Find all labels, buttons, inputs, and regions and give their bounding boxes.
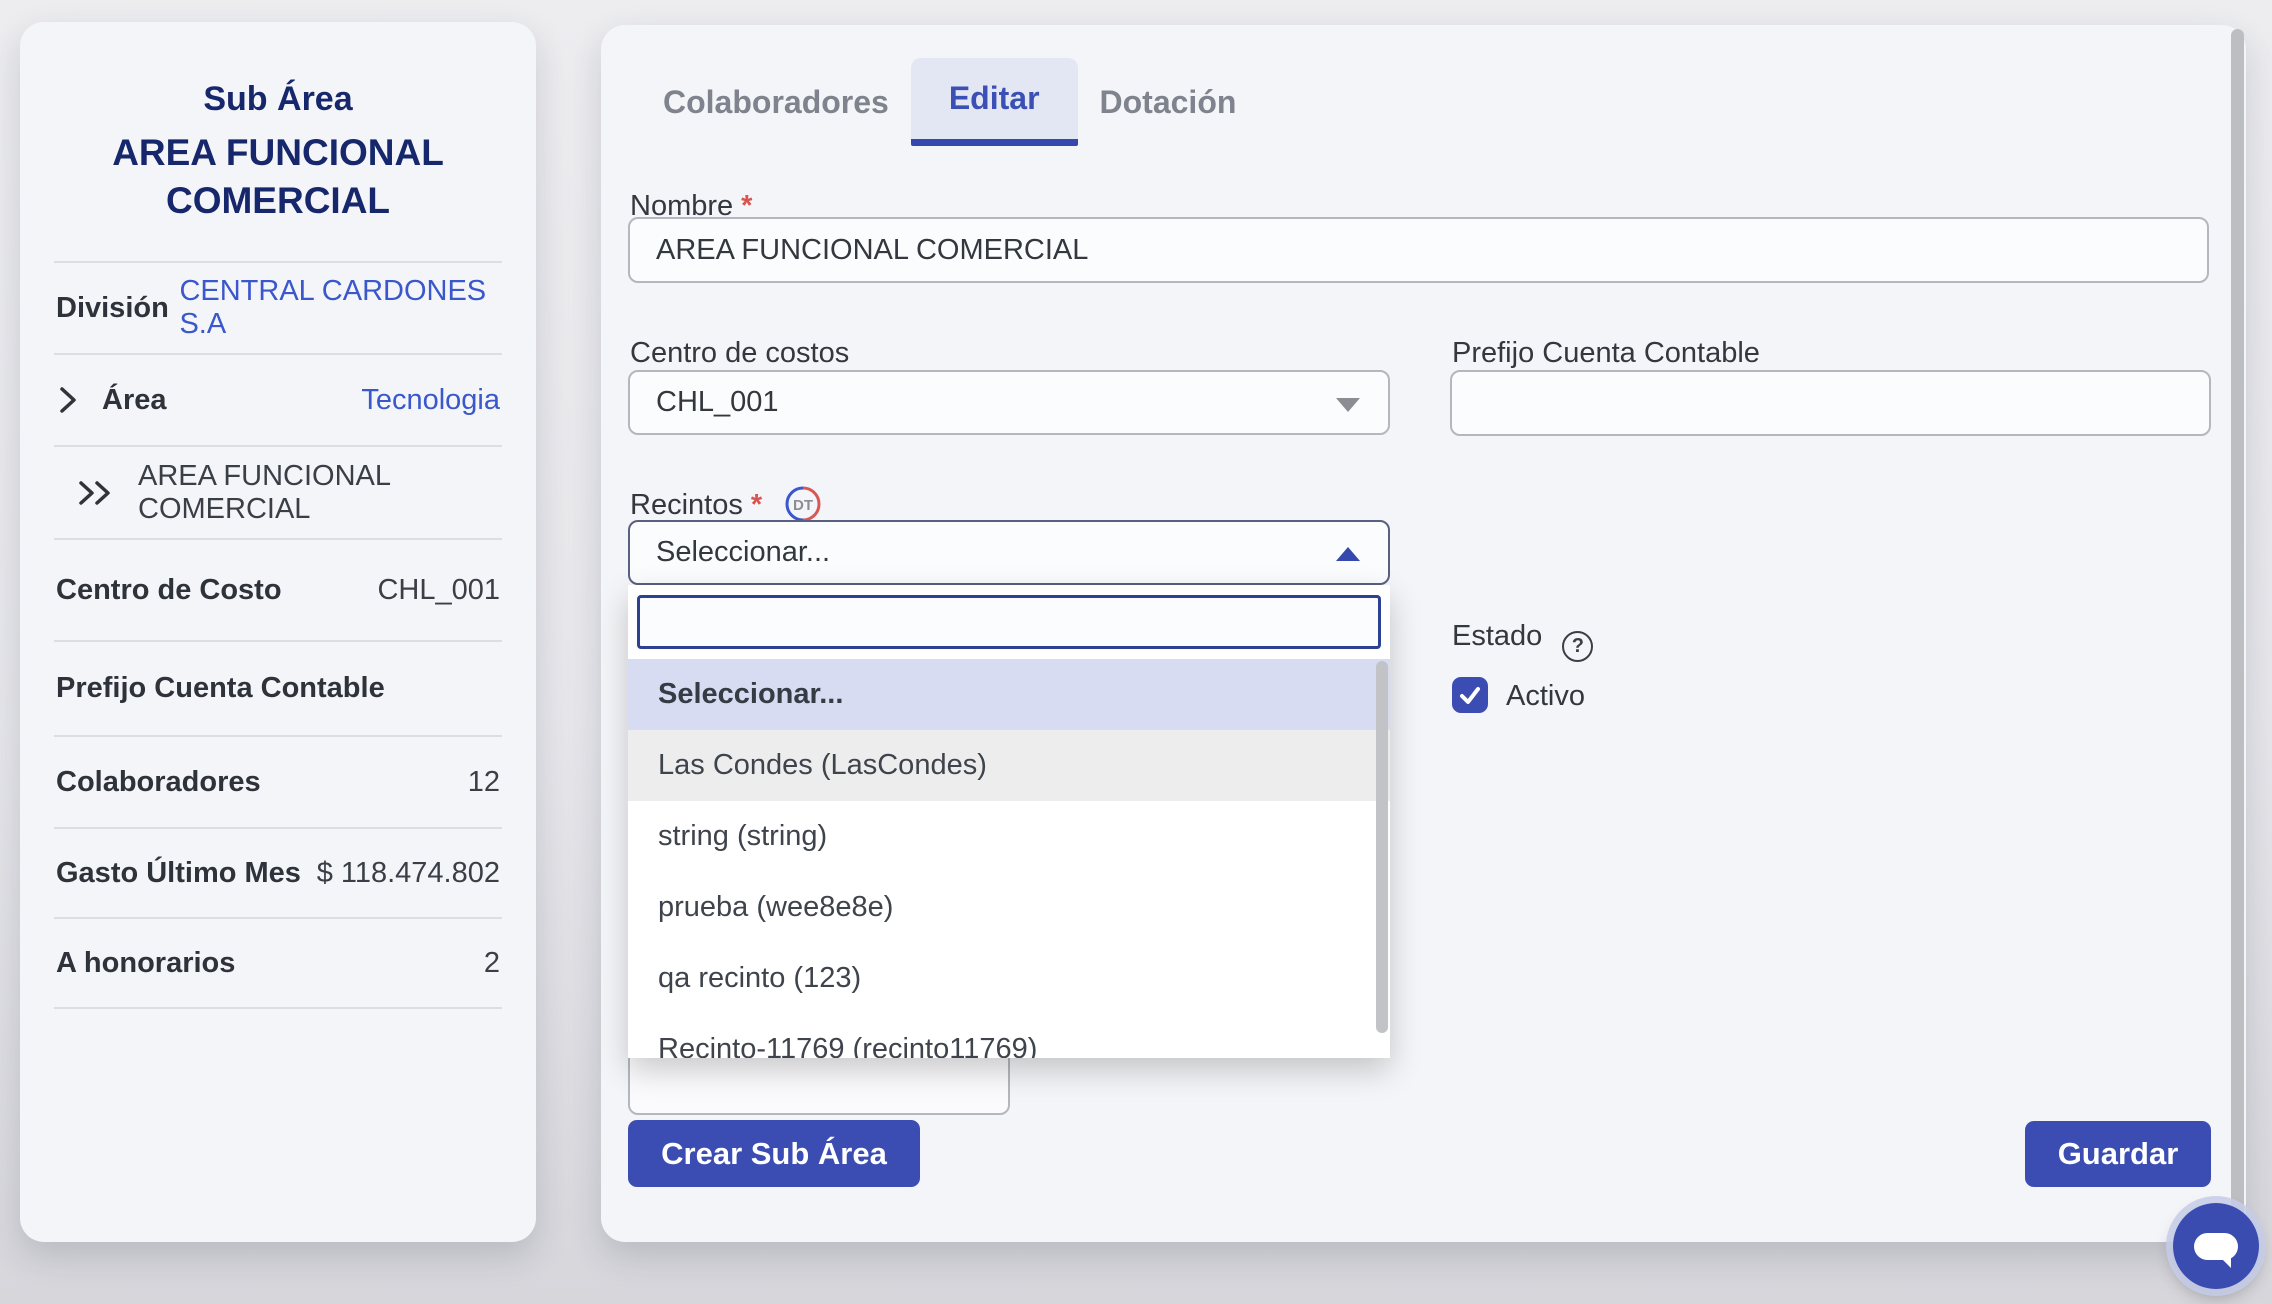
dropdown-option-list: Seleccionar... Las Condes (LasCondes) st… bbox=[628, 659, 1390, 1058]
centro-costos-select[interactable]: CHL_001 bbox=[628, 370, 1390, 435]
recintos-label: Recintos* DT bbox=[630, 485, 822, 523]
sidebar-subtitle: AREA FUNCIONAL COMERCIAL bbox=[20, 129, 536, 225]
dropdown-search-input[interactable] bbox=[637, 595, 1381, 649]
recintos-dropdown: Seleccionar... Las Condes (LasCondes) st… bbox=[628, 585, 1390, 1058]
svg-text:DT: DT bbox=[793, 497, 813, 514]
recintos-select[interactable]: Seleccionar... bbox=[628, 520, 1390, 585]
tab-bar: Colaboradores Editar Dotación bbox=[645, 58, 1254, 146]
divider bbox=[54, 1007, 502, 1009]
stat-value: 2 bbox=[484, 947, 500, 980]
area-label: Área bbox=[102, 384, 167, 417]
sidebar-title: Sub Área bbox=[20, 80, 536, 119]
tab-dotacion[interactable]: Dotación bbox=[1082, 58, 1255, 146]
subarea-detail-panel: Colaboradores Editar Dotación Nombre* Ce… bbox=[601, 25, 2246, 1242]
chevron-right-icon[interactable] bbox=[56, 382, 80, 418]
dropdown-scrollbar[interactable] bbox=[1376, 661, 1388, 1033]
subarea-row: AREA FUNCIONAL COMERCIAL bbox=[20, 447, 536, 538]
subarea-breadcrumb-label: AREA FUNCIONAL COMERCIAL bbox=[138, 460, 500, 526]
activo-label: Activo bbox=[1506, 680, 1585, 713]
centro-costos-label: Centro de costos bbox=[630, 337, 849, 370]
division-label: División bbox=[56, 292, 169, 325]
dropdown-option[interactable]: qa recinto (123) bbox=[628, 943, 1390, 1014]
chevron-down-icon bbox=[1336, 398, 1360, 412]
subarea-summary-card: Sub Área AREA FUNCIONAL COMERCIAL Divisi… bbox=[20, 22, 536, 1242]
dropdown-option[interactable]: Seleccionar... bbox=[628, 659, 1390, 730]
area-link[interactable]: Tecnologia bbox=[361, 384, 500, 417]
required-asterisk: * bbox=[751, 489, 762, 521]
stat-row-honorarios: A honorarios 2 bbox=[20, 919, 536, 1007]
centro-costos-value: CHL_001 bbox=[656, 386, 779, 419]
guardar-button[interactable]: Guardar bbox=[2025, 1121, 2211, 1187]
stat-label: A honorarios bbox=[56, 947, 235, 980]
panel-scrollbar[interactable] bbox=[2231, 29, 2244, 1237]
stat-value: CHL_001 bbox=[377, 574, 500, 607]
double-chevron-right-icon bbox=[76, 475, 116, 511]
division-link[interactable]: CENTRAL CARDONES S.A bbox=[179, 275, 500, 341]
crear-subarea-button[interactable]: Crear Sub Área bbox=[628, 1120, 920, 1187]
recintos-value: Seleccionar... bbox=[656, 536, 830, 569]
stat-value: 12 bbox=[468, 766, 500, 799]
stat-row-gasto: Gasto Último Mes $ 118.474.802 bbox=[20, 829, 536, 917]
checkmark-icon bbox=[1458, 683, 1482, 707]
stat-row-prefijo: Prefijo Cuenta Contable bbox=[20, 642, 536, 735]
area-row: Área Tecnologia bbox=[20, 355, 536, 445]
activo-checkbox[interactable] bbox=[1452, 677, 1488, 713]
chevron-up-icon bbox=[1336, 547, 1360, 561]
stat-label: Centro de Costo bbox=[56, 574, 282, 607]
nombre-input[interactable] bbox=[628, 217, 2209, 283]
stat-label: Colaboradores bbox=[56, 766, 261, 799]
stat-label: Gasto Último Mes bbox=[56, 857, 301, 890]
dropdown-option[interactable]: Las Condes (LasCondes) bbox=[628, 730, 1390, 801]
dropdown-option[interactable]: string (string) bbox=[628, 801, 1390, 872]
stat-value: $ 118.474.802 bbox=[317, 857, 500, 890]
dropdown-option[interactable]: prueba (wee8e8e) bbox=[628, 872, 1390, 943]
prefijo-label: Prefijo Cuenta Contable bbox=[1452, 337, 1760, 370]
chat-bubble-icon bbox=[2194, 1233, 2238, 1260]
tab-editar[interactable]: Editar bbox=[911, 58, 1078, 146]
chat-widget-button[interactable] bbox=[2173, 1203, 2259, 1289]
stat-label: Prefijo Cuenta Contable bbox=[56, 672, 385, 705]
stat-row-colaboradores: Colaboradores 12 bbox=[20, 737, 536, 827]
division-row: División CENTRAL CARDONES S.A bbox=[20, 263, 536, 353]
stat-row-centro-costo: Centro de Costo CHL_001 bbox=[20, 540, 536, 640]
dropdown-option[interactable]: Recinto-11769 (recinto11769) bbox=[628, 1014, 1390, 1058]
prefijo-input[interactable] bbox=[1450, 370, 2211, 436]
help-icon[interactable]: ? bbox=[1562, 631, 1593, 662]
tab-colaboradores[interactable]: Colaboradores bbox=[645, 58, 907, 146]
estado-label: Estado ? bbox=[1452, 620, 1593, 662]
dt-badge-icon: DT bbox=[784, 485, 822, 523]
